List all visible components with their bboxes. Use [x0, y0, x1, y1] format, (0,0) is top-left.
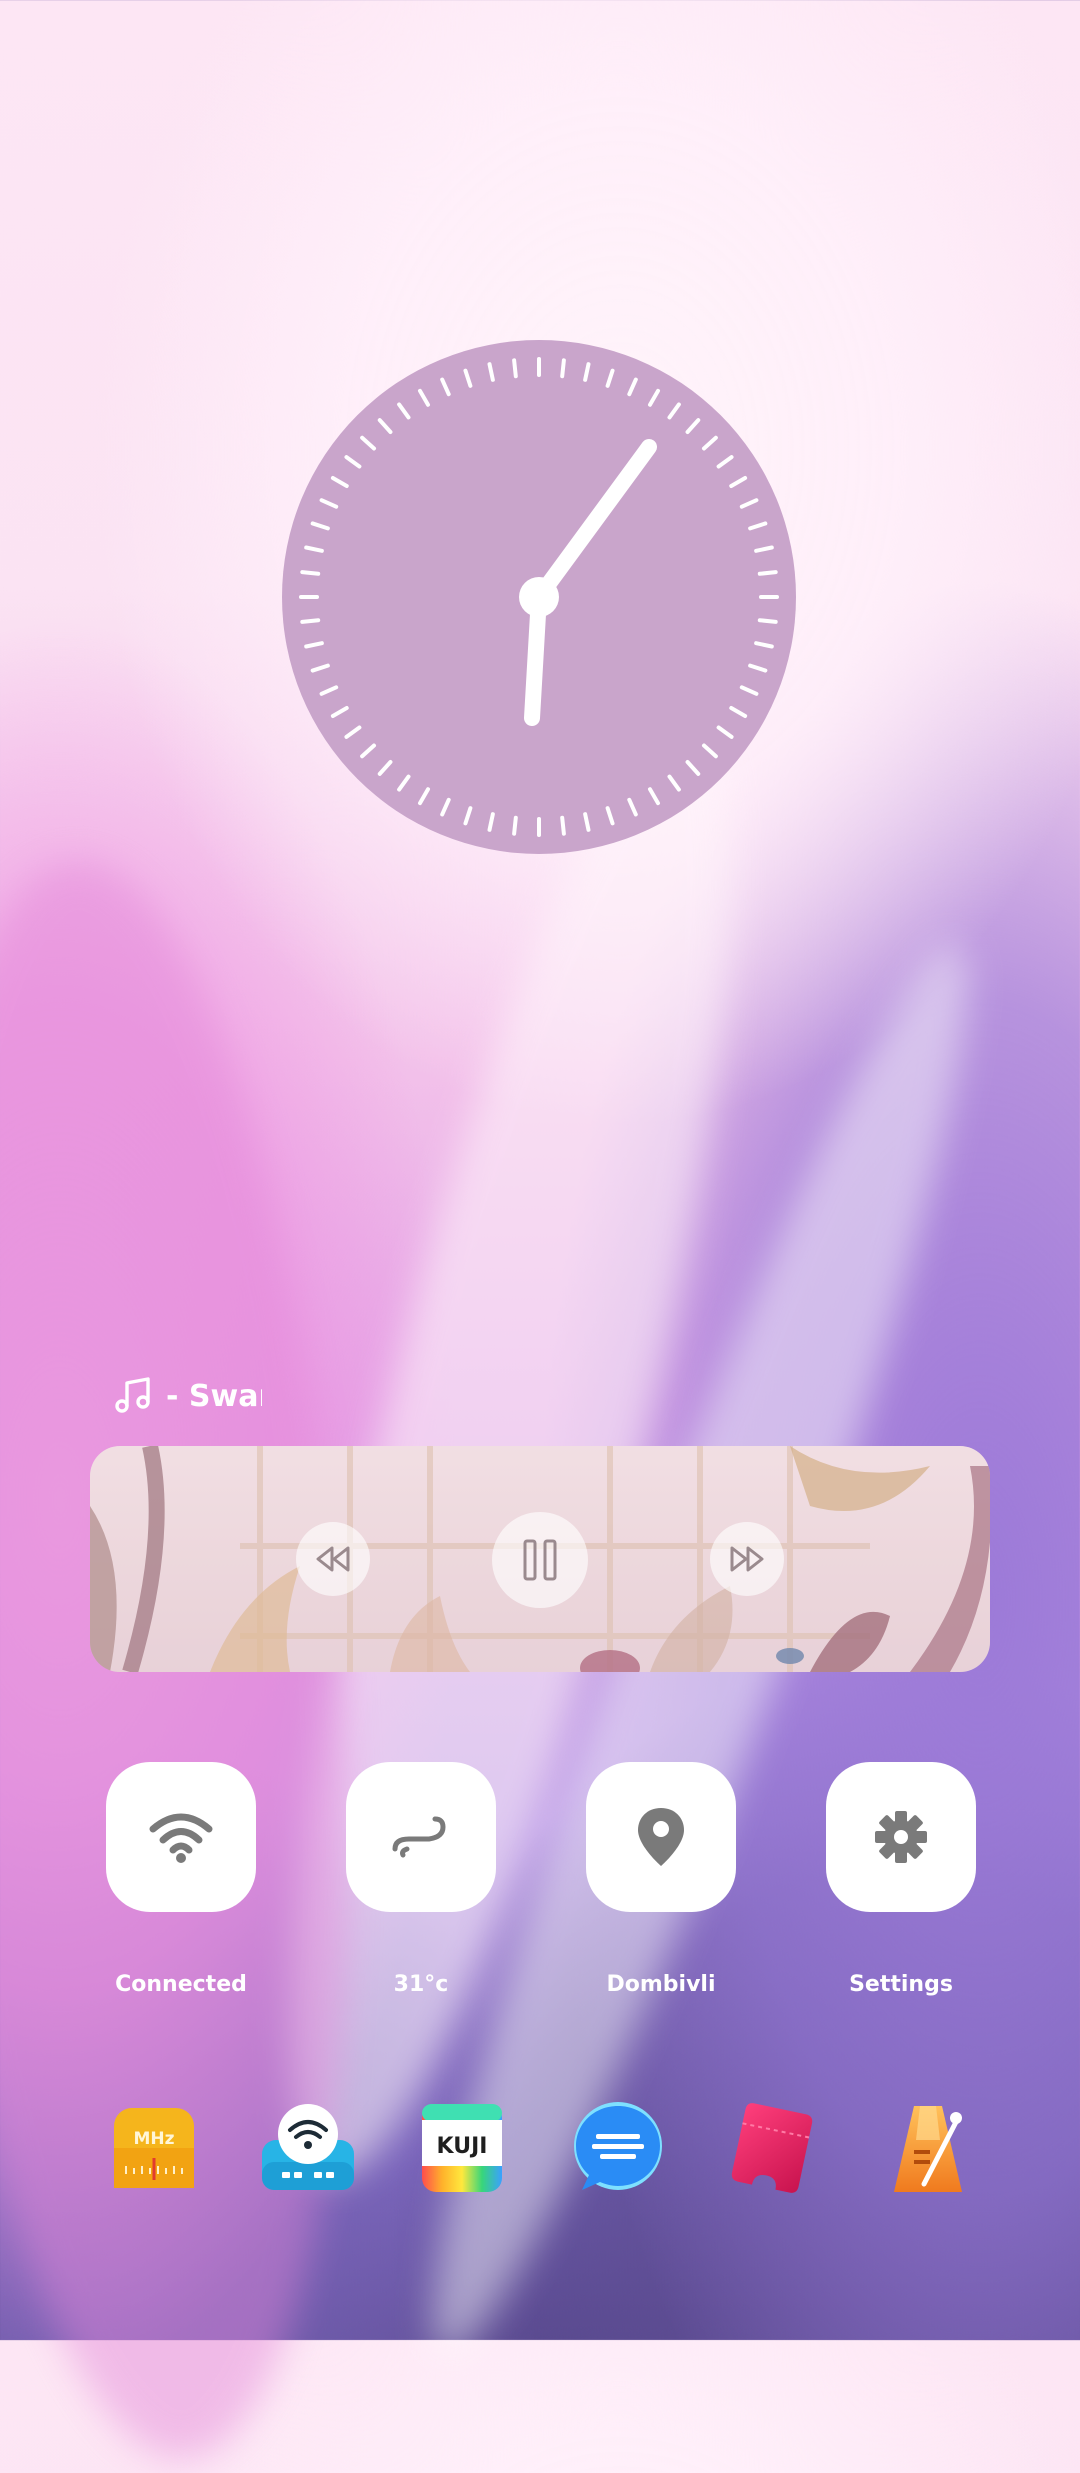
clock-tick [583, 362, 591, 382]
location-pin-icon [638, 1808, 684, 1866]
settings-tile[interactable] [826, 1762, 976, 1912]
radio-app-label: MHz [133, 2129, 174, 2149]
clock-tick [716, 725, 734, 739]
clock-tick [512, 358, 518, 379]
wifi-tile-label: Connected [115, 1972, 247, 1997]
clock-tick [667, 774, 681, 792]
clock-tick [487, 362, 495, 382]
pause-button[interactable] [492, 1512, 588, 1608]
music-note-icon [115, 1377, 150, 1413]
kuji-app-icon[interactable]: KUJI [414, 2100, 510, 2196]
wifi-keyboard-app-icon[interactable] [260, 2100, 356, 2196]
clock-tick [685, 418, 701, 435]
clock-tick [440, 797, 451, 817]
clock-tick [739, 498, 759, 509]
clock-tick [397, 402, 411, 420]
clock-tick [463, 806, 473, 826]
ticket-app-icon[interactable] [724, 2100, 820, 2196]
clock-tick [463, 368, 473, 388]
clock-center [519, 577, 559, 617]
clock-tick [319, 685, 339, 696]
clock-tick [748, 521, 768, 531]
clock-face [299, 357, 779, 837]
clock-tick [627, 377, 638, 397]
clock-tick [648, 388, 660, 407]
analog-clock-widget[interactable] [282, 340, 796, 854]
clock-tick [330, 706, 349, 718]
rewind-button[interactable] [296, 1522, 370, 1596]
location-tile-label: Dombivli [606, 1972, 716, 1997]
clock-tick [739, 685, 759, 696]
minute-hand [531, 439, 657, 605]
metronome-app-icon[interactable] [880, 2100, 976, 2196]
media-player-widget[interactable] [90, 1446, 990, 1672]
now-playing-title: - Swan [112, 1372, 262, 1420]
gear-icon [875, 1811, 927, 1863]
clock-tick [344, 725, 362, 739]
clock-tick [605, 368, 615, 388]
clock-tick [360, 743, 377, 759]
clock-tick [754, 641, 774, 649]
clock-tick [648, 787, 660, 806]
wifi-tile[interactable] [106, 1762, 256, 1912]
clock-tick [729, 706, 748, 718]
chat-app-icon[interactable] [570, 2100, 666, 2196]
clock-tick [512, 815, 518, 836]
clock-tick [397, 774, 411, 792]
clock-tick [701, 435, 718, 451]
fast-forward-icon [730, 1546, 764, 1572]
pause-icon [523, 1539, 557, 1581]
clock-tick [487, 812, 495, 832]
clock-tick [605, 806, 615, 826]
clock-tick [300, 618, 321, 624]
clock-tick [701, 743, 718, 759]
clock-tick [716, 455, 734, 469]
clock-tick [300, 570, 321, 576]
clock-tick [418, 787, 430, 806]
clock-tick [667, 402, 681, 420]
clock-tick [560, 358, 566, 379]
clock-tick [583, 812, 591, 832]
clock-tick [304, 641, 324, 649]
song-title-text: - Swan [166, 1378, 262, 1414]
clock-tick [440, 377, 451, 397]
clock-tick [310, 521, 330, 531]
clock-tick [360, 435, 377, 451]
clock-tick [319, 498, 339, 509]
clock-tick [344, 455, 362, 469]
clock-tick [304, 545, 324, 553]
clock-tick [627, 797, 638, 817]
wifi-icon [149, 1813, 213, 1863]
wind-icon [392, 1816, 446, 1858]
settings-tile-label: Settings [849, 1972, 953, 1997]
rewind-icon [316, 1546, 350, 1572]
fast-forward-button[interactable] [710, 1522, 784, 1596]
clock-tick [729, 476, 748, 488]
clock-tick [377, 759, 393, 776]
clock-tick [560, 815, 566, 836]
clock-tick [757, 570, 778, 576]
location-tile[interactable] [586, 1762, 736, 1912]
clock-tick [754, 545, 774, 553]
clock-tick [330, 476, 349, 488]
clock-tick [757, 618, 778, 624]
clock-tick [685, 759, 701, 776]
weather-tile[interactable] [346, 1762, 496, 1912]
kuji-app-label: KUJI [437, 2134, 488, 2159]
radio-app-icon[interactable]: MHz [106, 2100, 202, 2196]
clock-tick [748, 663, 768, 673]
clock-tick [310, 663, 330, 673]
weather-tile-label: 31°c [393, 1972, 449, 1997]
clock-tick [377, 418, 393, 435]
clock-tick [418, 388, 430, 407]
